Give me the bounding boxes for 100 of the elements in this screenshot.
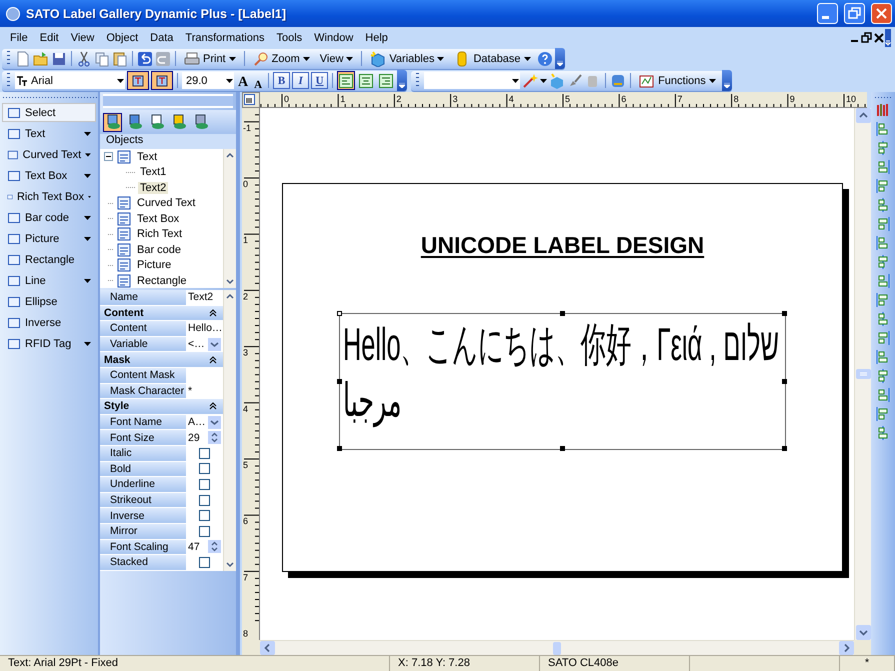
font-style-button[interactable]: B	[273, 72, 290, 89]
canvas-vertical-scrollbar[interactable]	[854, 108, 871, 640]
toolbar-button[interactable]: Database	[450, 49, 535, 68]
shrink-font-button[interactable]: A	[252, 78, 264, 90]
checkbox[interactable]	[199, 448, 210, 459]
menu-item[interactable]: File	[4, 30, 34, 46]
toolbox-item[interactable]: Ellipse	[2, 292, 96, 311]
toolbar-options-icon[interactable]	[556, 61, 563, 66]
spin-icon[interactable]	[208, 431, 221, 444]
selection-handle[interactable]	[337, 446, 342, 451]
collapse-icon[interactable]	[104, 152, 113, 162]
toolbar-button[interactable]: View	[316, 49, 358, 68]
menu-item[interactable]: Transformations	[179, 30, 270, 46]
text-align-button[interactable]	[377, 71, 396, 90]
toolbar-options-icon[interactable]	[399, 83, 406, 88]
scroll-left-icon[interactable]	[260, 641, 275, 655]
toolbox-item[interactable]: Text Box	[2, 166, 96, 185]
toolbar-options-icon[interactable]	[885, 28, 891, 46]
collapse-icon[interactable]	[209, 402, 217, 410]
menu-item[interactable]: Data	[144, 30, 180, 46]
menu-item[interactable]: Edit	[34, 30, 65, 46]
scroll-thumb-icon[interactable]	[856, 369, 870, 379]
toolbox-item[interactable]: Inverse	[2, 313, 96, 332]
toolbox-item[interactable]: Select	[2, 103, 96, 122]
ruler-corner[interactable]	[242, 92, 260, 108]
scroll-up-icon[interactable]	[856, 108, 870, 123]
property-field[interactable]: 29	[186, 430, 223, 445]
toolbox-item[interactable]: Bar code	[2, 208, 96, 227]
scroll-down-icon[interactable]	[856, 625, 870, 640]
font-style-button[interactable]: U	[311, 72, 328, 89]
property-field[interactable]: 47	[186, 540, 223, 554]
property-section-header[interactable]: Content	[100, 306, 223, 322]
selection-handle[interactable]	[560, 446, 564, 451]
selection-handle[interactable]	[782, 311, 787, 316]
cut-icon[interactable]	[76, 50, 92, 66]
panel-grip[interactable]	[103, 94, 233, 108]
scroll-thumb-icon[interactable]	[553, 642, 561, 654]
label-title[interactable]: UNICODE LABEL DESIGN	[420, 232, 704, 259]
toolbox-item[interactable]: Rich Text Box	[2, 187, 96, 206]
close-icon[interactable]	[873, 32, 885, 44]
selection-handle[interactable]	[337, 378, 342, 384]
menu-item[interactable]: Object	[100, 30, 144, 46]
font-size-field[interactable]: 29.0	[182, 72, 234, 89]
text-object[interactable]: Hello、こんにちは、你好，Γειά , שלום مرجبا	[339, 313, 786, 450]
text-align-button[interactable]	[337, 71, 356, 90]
property-field[interactable]: <…	[186, 336, 223, 352]
selection-handle[interactable]	[337, 311, 342, 316]
save-icon[interactable]	[51, 50, 67, 66]
property-field[interactable]: A…	[186, 414, 223, 430]
tree-item[interactable]: Text1	[138, 166, 168, 178]
checkbox[interactable]	[199, 494, 210, 506]
open-folder-icon[interactable]	[33, 50, 49, 66]
spin-icon[interactable]	[208, 540, 221, 554]
property-field[interactable]	[186, 368, 223, 383]
copy-icon[interactable]	[94, 50, 110, 66]
menu-item[interactable]: Window	[308, 30, 360, 46]
colors-icon[interactable]	[875, 102, 891, 118]
collapse-icon[interactable]	[209, 308, 217, 317]
toolbox-item[interactable]: Line	[2, 271, 96, 290]
restore-icon[interactable]	[861, 32, 873, 44]
checkbox[interactable]	[199, 478, 210, 490]
font-name-field[interactable]: Arial	[15, 72, 125, 89]
toolbox-item[interactable]: Text	[2, 124, 96, 143]
magic-wand-icon[interactable]	[522, 72, 538, 88]
undo-icon[interactable]	[137, 50, 153, 66]
menu-item[interactable]: View	[64, 30, 100, 46]
collapse-icon[interactable]	[209, 356, 217, 364]
property-field[interactable]: Text2	[186, 290, 223, 305]
toolbox-item[interactable]: RFID Tag	[2, 334, 96, 353]
tree-item[interactable]: Bar code	[135, 244, 184, 256]
property-field[interactable]	[186, 446, 223, 461]
font-style-button[interactable]: I	[292, 72, 310, 89]
property-section-header[interactable]: Mask	[100, 352, 223, 368]
tree-item[interactable]: Picture	[135, 259, 174, 272]
toolbox-item[interactable]: Rectangle	[2, 250, 96, 269]
dropdown-icon[interactable]	[208, 338, 221, 351]
toolbar-options-icon[interactable]	[724, 83, 730, 88]
tree-item[interactable]: Rectangle	[135, 274, 189, 287]
new-document-icon[interactable]	[15, 50, 31, 66]
grow-font-button[interactable]: A	[236, 74, 250, 90]
help-icon[interactable]	[536, 50, 553, 66]
toolbox-item[interactable]: Curved Text	[2, 145, 96, 164]
tree-item[interactable]: Rich Text	[135, 228, 184, 240]
toolbar-button[interactable]: Variables	[366, 49, 448, 68]
canvas-horizontal-scrollbar[interactable]	[260, 640, 854, 655]
toggle-button[interactable]	[151, 71, 173, 90]
property-field[interactable]: *	[186, 384, 223, 398]
property-field[interactable]	[186, 524, 223, 538]
toolbox-item[interactable]: Picture	[2, 229, 96, 248]
checkbox[interactable]	[199, 463, 210, 474]
selection-handle[interactable]	[782, 446, 787, 451]
view-tab[interactable]	[103, 112, 122, 132]
selection-handle[interactable]	[782, 378, 787, 384]
scroll-right-icon[interactable]	[839, 641, 854, 655]
selection-handle[interactable]	[560, 311, 564, 316]
tree-item[interactable]: Text Box	[135, 212, 182, 225]
menu-item[interactable]: Help	[359, 30, 394, 46]
toolbar-button[interactable]: Zoom	[248, 49, 314, 68]
tree-item[interactable]: Text2	[138, 182, 168, 194]
property-field[interactable]: Hello…	[186, 321, 223, 336]
